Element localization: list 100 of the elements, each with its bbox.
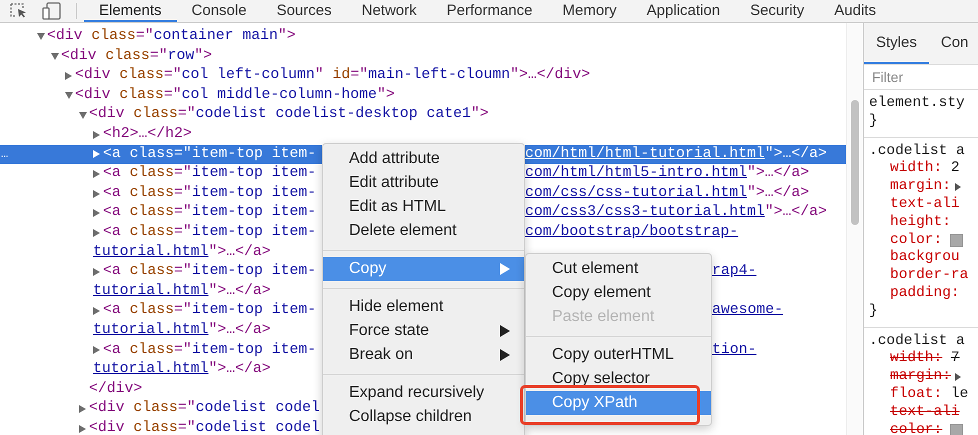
css-property-name: width:	[890, 160, 942, 178]
css-property-name: margin:	[890, 178, 951, 196]
expand-arrow-icon[interactable]	[954, 373, 961, 382]
collapsed-arrow-icon[interactable]	[93, 268, 100, 276]
code-text: tutorial.html">…</a>	[93, 242, 271, 262]
panel-tab[interactable]: Memory	[548, 0, 632, 22]
dom-node-line[interactable]: <a class="item-top item-	[0, 164, 316, 184]
menu-item[interactable]: Edit as HTML	[323, 195, 524, 219]
dom-node-line[interactable]: <div class="row">	[0, 46, 212, 66]
css-property-value: 7	[950, 350, 960, 368]
code-text: tutorial.html">…</a>	[93, 360, 271, 380]
collapsed-arrow-icon[interactable]	[79, 424, 86, 433]
menu-item[interactable]: Break on	[323, 343, 524, 367]
code-text: <h2>…</h2>	[103, 124, 192, 144]
menu-item[interactable]: Copy selector	[526, 367, 711, 391]
css-property-name: color:	[890, 232, 942, 250]
panel-tab[interactable]: Audits	[819, 0, 891, 22]
panel-tab[interactable]: Console	[176, 0, 262, 22]
menu-item[interactable]: Collapse children	[323, 405, 524, 429]
css-property-name: text-ali	[890, 196, 960, 214]
code-text: <div class="codelist codel	[89, 399, 320, 418]
menu-item[interactable]: Edit attribute	[323, 171, 524, 195]
expanded-arrow-icon[interactable]	[65, 92, 73, 100]
panel-tab[interactable]: Elements	[84, 0, 177, 22]
code-text: awesome-	[712, 301, 784, 320]
code-text: <div class="row">	[61, 46, 212, 66]
dom-node-line[interactable]: <div class="col middle-column-home">	[0, 86, 395, 106]
collapsed-arrow-icon[interactable]	[93, 307, 100, 316]
collapsed-arrow-icon[interactable]	[93, 228, 100, 237]
css-property-value: 2	[950, 160, 960, 178]
scrollbar[interactable]	[846, 23, 863, 435]
code-text: </div>	[89, 380, 142, 399]
code-text: com/html/html5-intro.html">…</a>	[525, 164, 810, 184]
css-selector: .codelist a	[869, 142, 966, 160]
panel-tab[interactable]: Performance	[432, 0, 548, 22]
css-property-name: color:	[890, 422, 942, 435]
code-text: <a class="item-top item-	[103, 184, 316, 203]
code-text: <a class="item-top item-	[103, 301, 316, 320]
menu-item[interactable]: Force state	[323, 319, 524, 343]
code-text: <div class="col middle-column-home">	[75, 86, 395, 105]
menu-item[interactable]: Expand recursively	[323, 381, 524, 405]
css-selector: .codelist a	[869, 332, 966, 350]
node-menu-dots[interactable]: …	[1, 144, 8, 164]
code-text: com/bootstrap/bootstrap-	[525, 222, 738, 242]
panel-tab[interactable]: Security	[735, 0, 820, 22]
css-property-name: height:	[890, 214, 951, 232]
code-text: com/css/css-tutorial.html">…</a>	[525, 184, 810, 203]
code-text: <a class="item-top item-	[103, 164, 316, 184]
expanded-arrow-icon[interactable]	[37, 33, 45, 40]
expanded-arrow-icon[interactable]	[79, 112, 87, 119]
color-swatch[interactable]	[950, 424, 964, 435]
dom-node-line[interactable]: <a class="item-top item-	[0, 184, 316, 204]
css-property-name: backgrou	[890, 249, 960, 268]
code-text: <a class="item-top item-	[103, 222, 316, 242]
code-text: <a class="item-top item-	[103, 144, 316, 164]
dom-node-line[interactable]: <a class="item-top item-	[0, 301, 316, 321]
expanded-arrow-icon[interactable]	[51, 52, 59, 60]
closing-brace: }	[869, 302, 879, 321]
panel-tab[interactable]: Application	[632, 0, 736, 22]
dom-node-line[interactable]: <a class="item-top item-	[0, 262, 316, 282]
collapsed-arrow-icon[interactable]	[93, 346, 100, 354]
dom-node-line[interactable]: <a class="item-top item-	[0, 340, 316, 360]
menu-item[interactable]: Cut element	[526, 257, 711, 281]
menu-item[interactable]: Delete element	[323, 219, 524, 243]
css-property-name: border-ra	[890, 267, 968, 285]
code-text: tutorial.html">…</a>	[93, 320, 271, 340]
menu-item[interactable]: Copy element	[526, 281, 711, 305]
dom-node-line[interactable]: <div class="codelist codel	[0, 399, 320, 419]
collapsed-arrow-icon[interactable]	[93, 190, 100, 198]
scrollbar-thumb[interactable]	[851, 100, 859, 225]
code-text: <a class="item-top item-	[103, 262, 316, 282]
dom-node-line[interactable]: <div class="codelist codel	[0, 418, 320, 435]
collapsed-arrow-icon[interactable]	[79, 405, 86, 414]
collapsed-arrow-icon[interactable]	[65, 72, 72, 80]
css-property-value: le	[950, 386, 968, 404]
collapsed-arrow-icon[interactable]	[93, 170, 100, 178]
code-text: tutorial.html">…</a>	[93, 282, 271, 301]
css-property-name: margin:	[890, 368, 951, 386]
dom-node-line[interactable]: <a class="item-top item-	[0, 222, 316, 243]
code-text: <a class="item-top item-	[103, 203, 316, 222]
color-swatch[interactable]	[950, 234, 964, 247]
css-property-name: float:	[890, 386, 942, 404]
menu-item[interactable]: Hide element	[323, 295, 524, 319]
collapsed-arrow-icon[interactable]	[93, 209, 100, 218]
dom-node-line[interactable]: <div class="codelist codelist-desktop cate1">	[0, 105, 489, 125]
expand-arrow-icon[interactable]	[954, 183, 961, 192]
dom-node-line[interactable]: <a class="item-top item-	[0, 203, 316, 223]
code-text: rap4-	[712, 262, 756, 282]
css-property-name: text-ali	[890, 404, 960, 422]
code-text: com/css3/css3-tutorial.html">…</a>	[525, 203, 827, 222]
css-property-name: padding:	[890, 284, 960, 303]
css-selector: element.sty	[869, 95, 966, 113]
panel-tab[interactable]: Network	[346, 0, 432, 22]
sidebar-tab[interactable]: Con	[928, 23, 978, 64]
menu-item[interactable]: Copy outerHTML	[526, 343, 711, 367]
code-text: tion-	[712, 340, 756, 360]
menu-item[interactable]: Add attribute	[323, 147, 524, 171]
dom-node-line[interactable]: <div class="container main">	[0, 27, 296, 47]
device-icon[interactable]	[42, 0, 62, 22]
panel-tab[interactable]: Sources	[262, 0, 347, 22]
